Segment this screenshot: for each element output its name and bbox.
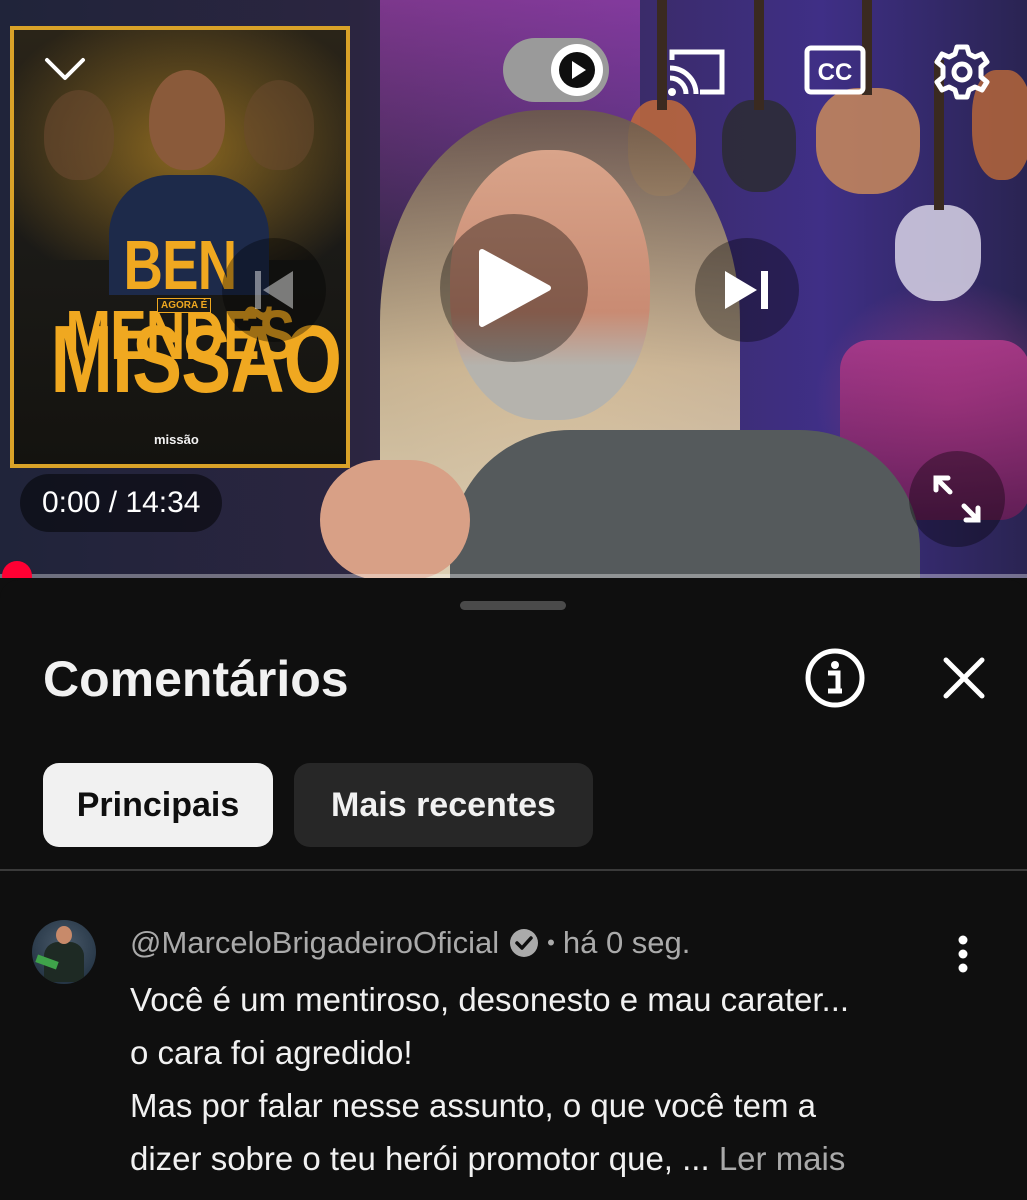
info-button[interactable] [804,647,866,709]
previous-icon [255,271,293,309]
cc-label: CC [818,59,853,86]
comment-menu-button[interactable] [945,930,981,978]
guitar [895,205,981,301]
close-icon [943,657,985,699]
comment-meta: @MarceloBrigadeiroOficial • há 0 seg. [130,925,690,961]
comments-panel: Comentários Principais Mais recentes @Ma… [0,580,1027,1200]
verified-icon [510,929,539,957]
poster-face [44,90,114,180]
comment-line: o cara foi agredido! [130,1034,413,1071]
avatar[interactable] [32,920,96,984]
poster-face [149,70,225,170]
cast-icon [668,49,725,96]
meta-separator: • [547,930,555,955]
comment-line: Você é um mentiroso, desonesto e mau car… [130,981,850,1018]
cast-button[interactable] [665,44,729,100]
guitar [816,88,920,194]
panel-title: Comentários [43,651,349,707]
chip-principais[interactable]: Principais [43,763,273,847]
settings-button[interactable] [930,40,994,104]
autoplay-toggle[interactable] [503,38,609,102]
guitar [722,100,796,192]
comment-line: dizer sobre o teu herói promotor que, ..… [130,1140,710,1177]
presenter-fist [320,460,470,578]
fullscreen-icon [933,475,981,523]
collapse-button[interactable] [40,44,90,94]
gear-icon [934,44,990,100]
drag-handle[interactable] [460,601,566,610]
previous-button[interactable] [222,238,326,342]
autoplay-icon [559,52,595,88]
video-player[interactable]: BEN MENDES AGORA É MISSÃO missão CC 0:00… [0,0,1027,578]
next-button[interactable] [695,238,799,342]
progress-scrubber[interactable] [2,561,32,578]
poster-logo: missão [154,432,199,447]
chevron-down-icon [45,58,85,80]
avatar-head [56,926,72,944]
cc-icon: CC [804,45,866,95]
fullscreen-button[interactable] [909,451,1005,547]
time-display: 0:00 / 14:34 [20,474,223,532]
next-icon [725,271,768,309]
info-icon [805,648,865,708]
comment-line-last: dizer sobre o teu herói promotor que, ..… [130,1132,960,1185]
presenter-shirt [450,430,920,578]
read-more-link[interactable]: Ler mais [719,1140,846,1177]
comment-author[interactable]: @MarceloBrigadeiroOficial [130,925,499,961]
close-button[interactable] [936,650,992,706]
guitar-neck [754,0,764,110]
captions-button[interactable]: CC [804,44,866,96]
comment-body: Você é um mentiroso, desonesto e mau car… [130,973,960,1185]
more-vert-icon [958,935,968,973]
progress-bar[interactable] [0,574,1027,578]
play-button[interactable] [440,214,588,362]
chip-mais-recentes[interactable]: Mais recentes [294,763,593,847]
comment-line: Mas por falar nesse assunto, o que você … [130,1087,817,1124]
play-icon [479,249,551,327]
divider [0,869,1027,871]
autoplay-knob [551,44,603,96]
poster-face [244,80,314,170]
comment-time: há 0 seg. [562,925,691,960]
